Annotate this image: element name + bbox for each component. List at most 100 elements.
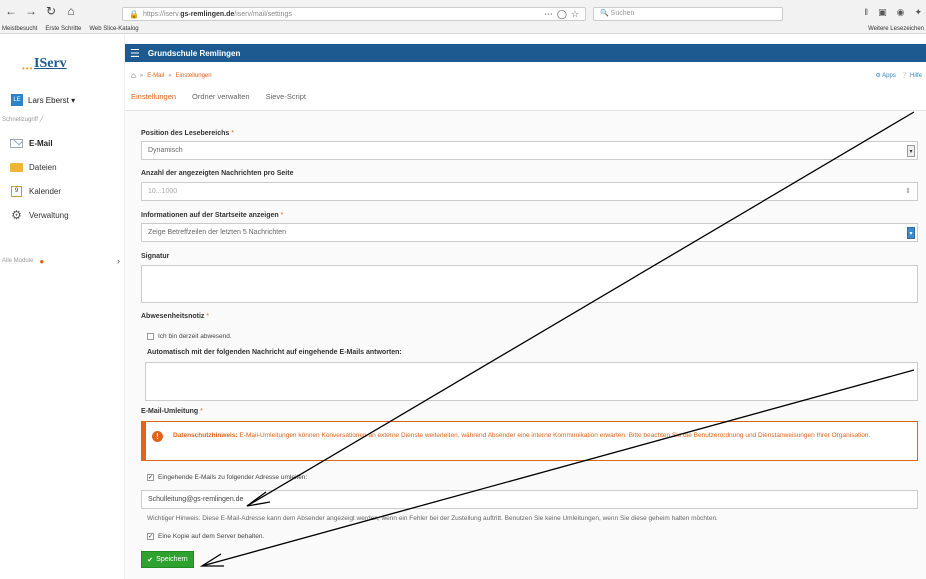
url-path: /iserv/mail/settings (234, 10, 292, 18)
pocket-icon[interactable]: ◯ (557, 9, 567, 20)
absence-label: Abwesenheitsnotiz * (141, 313, 210, 320)
bookmark-item[interactable]: Erste Schritte (45, 26, 81, 32)
signature-textarea[interactable] (141, 265, 918, 303)
startpage-select[interactable]: Zeige Betreffzeilen der letzten 5 Nachri… (141, 223, 918, 242)
bookmark-item[interactable]: Meistbesucht (2, 26, 37, 32)
startpage-label: Informationen auf der Startseite anzeige… (141, 212, 284, 219)
tab-sieve[interactable]: Sieve-Script (266, 92, 306, 101)
sidebar-item-files[interactable]: Dateien (10, 161, 69, 173)
user-name: Lars Eberst ▾ (28, 95, 76, 105)
extension-icon[interactable]: ◉ (897, 7, 905, 18)
menu-icon[interactable]: ☰ (130, 47, 140, 60)
user-menu[interactable]: LE Lars Eberst ▾ (11, 94, 75, 106)
bookmark-star-icon[interactable]: ☆ (571, 9, 579, 20)
autoreply-textarea[interactable] (145, 362, 918, 401)
home-icon[interactable]: ⌂ (64, 4, 78, 18)
library-icon[interactable]: ‖ (864, 7, 868, 18)
browser-chrome: ← → ↻ ⌂ 🔒 https://iserv. gs-remlingen.de /… (0, 0, 926, 34)
sidebar-icon[interactable]: ▣ (878, 7, 887, 18)
position-label: Position des Lesebereichs * (141, 130, 234, 137)
url-prefix: https://iserv. (142, 10, 181, 18)
chevron-right-icon: › (117, 256, 120, 266)
signature-label: Signatur (141, 253, 170, 260)
sidebar-item-label: Verwaltung (29, 210, 69, 220)
iserv-logo[interactable]: IServ (34, 56, 67, 72)
back-icon[interactable]: ← (4, 4, 18, 18)
position-select[interactable]: Dynamisch ▾ (141, 141, 918, 160)
browser-nav: ← → ↻ ⌂ (4, 4, 78, 18)
folder-icon (10, 162, 23, 173)
sidebar-item-label: Kalender (29, 186, 62, 196)
mail-icon (10, 138, 23, 149)
reload-icon[interactable]: ↻ (44, 4, 58, 18)
breadcrumb-item[interactable]: E-Mail (147, 73, 164, 79)
count-label: Anzahl der angezeigten Nachrichten pro S… (141, 170, 294, 177)
apps-link[interactable]: ⚙ Apps (875, 72, 895, 79)
chevron-down-icon: ▾ (907, 227, 915, 239)
forward-address-value: Schulleitung@gs-remlingen.de (148, 496, 244, 503)
autoreply-label: Automatisch mit der folgenden Nachricht … (147, 349, 402, 356)
app-header: ☰ Grundschule Remlingen (125, 44, 926, 62)
position-value: Dynamisch (148, 147, 183, 154)
privacy-warning: ! Datenschutzhinweis: E-Mail-Umleitungen… (141, 421, 918, 461)
sidebar-menu: E-Mail Dateien 9 Kalender ⚙ Verwaltung (10, 137, 69, 222)
toolbar-icons: ‖ ▣ ◉ ✦ (864, 7, 922, 18)
search-placeholder: Suchen (610, 10, 635, 17)
sidebar: ••• IServ LE Lars Eberst ▾ Schnellzugrif… (0, 34, 125, 579)
absence-checkbox[interactable]: Ich bin derzeit abwesend. (147, 333, 232, 340)
urlbar-actions: ⋯ ◯ ☆ (544, 9, 579, 20)
check-icon: ✔ (147, 556, 154, 564)
gear-icon: ⚙ (11, 208, 22, 222)
calendar-icon: 9 (10, 185, 23, 197)
bookmarks-bar: Meistbesucht Erste Schritte Web Slice-Ka… (0, 23, 926, 34)
avatar: LE (11, 94, 23, 106)
count-input[interactable]: 10...1000 ⇕ (141, 182, 918, 201)
breadcrumb-item[interactable]: Einstellungen (176, 73, 212, 79)
logo-dots: ••• (22, 64, 34, 73)
checkbox-checked[interactable]: ✓ (147, 533, 154, 540)
address-bar[interactable]: 🔒 https://iserv. gs-remlingen.de/iserv/ma… (122, 7, 586, 21)
home-icon[interactable]: ⌂ (131, 71, 136, 80)
more-icon[interactable]: ⋯ (544, 9, 553, 20)
all-modules[interactable]: Alle Module ● › (2, 256, 120, 266)
sidebar-item-email[interactable]: E-Mail (10, 137, 69, 149)
spinner-icon[interactable]: ⇕ (905, 187, 911, 195)
puzzle-icon[interactable]: ✦ (914, 7, 922, 18)
sidebar-item-calendar[interactable]: 9 Kalender (10, 185, 69, 197)
more-bookmarks[interactable]: Weitere Lesezeichen (868, 26, 924, 32)
header-links: ⚙ Apps ❔ Hilfe (875, 72, 922, 79)
forward-checkbox-label: Eingehende E-Mails zu folgender Adresse … (158, 474, 308, 481)
checkbox[interactable] (147, 333, 154, 340)
startpage-value: Zeige Betreffzeilen der letzten 5 Nachri… (148, 229, 287, 236)
forward-checkbox[interactable]: ✓ Eingehende E-Mails zu folgender Adress… (147, 474, 307, 481)
count-placeholder: 10...1000 (148, 188, 178, 195)
all-modules-label: Alle Module (2, 258, 34, 264)
save-button-label: Speichern (156, 556, 188, 563)
tab-settings[interactable]: Einstellungen (131, 92, 176, 101)
sidebar-item-label: E-Mail (29, 138, 53, 148)
info-icon: ! (152, 431, 163, 442)
breadcrumb: ⌂ » E-Mail » Einstellungen (131, 71, 212, 80)
forward-address-input[interactable]: Schulleitung@gs-remlingen.de (141, 490, 918, 509)
notification-dot: ● (39, 256, 45, 266)
school-name: Grundschule Remlingen (147, 48, 241, 58)
forward-icon[interactable]: → (24, 4, 38, 18)
checkbox-checked[interactable]: ✓ (147, 474, 154, 481)
redirect-label: E-Mail-Umleitung * (141, 408, 203, 415)
absence-checkbox-label: Ich bin derzeit abwesend. (158, 333, 232, 340)
url-host: gs-remlingen.de (180, 10, 235, 18)
help-link[interactable]: ❔ Hilfe (901, 72, 922, 79)
tab-folders[interactable]: Ordner verwalten (192, 92, 250, 101)
keep-copy-label: Eine Kopie auf dem Server behalten. (158, 533, 265, 540)
forward-hint: Wichtiger Hinweis: Diese E-Mail-Adresse … (147, 515, 718, 522)
chevron-down-icon: ▾ (907, 145, 915, 157)
tabs: Einstellungen Ordner verwalten Sieve-Scr… (131, 92, 306, 101)
sidebar-item-admin[interactable]: ⚙ Verwaltung (10, 208, 69, 222)
save-button[interactable]: ✔ Speichern (141, 551, 194, 568)
bookmark-item[interactable]: Web Slice-Katalog (89, 26, 138, 32)
search-input[interactable]: 🔍 Suchen (593, 7, 783, 21)
keep-copy-checkbox[interactable]: ✓ Eine Kopie auf dem Server behalten. (147, 533, 264, 540)
sidebar-item-label: Dateien (29, 162, 57, 172)
lock-icon: 🔒 (129, 9, 139, 19)
quick-access[interactable]: Schnellzugriff ╱ (2, 116, 43, 123)
